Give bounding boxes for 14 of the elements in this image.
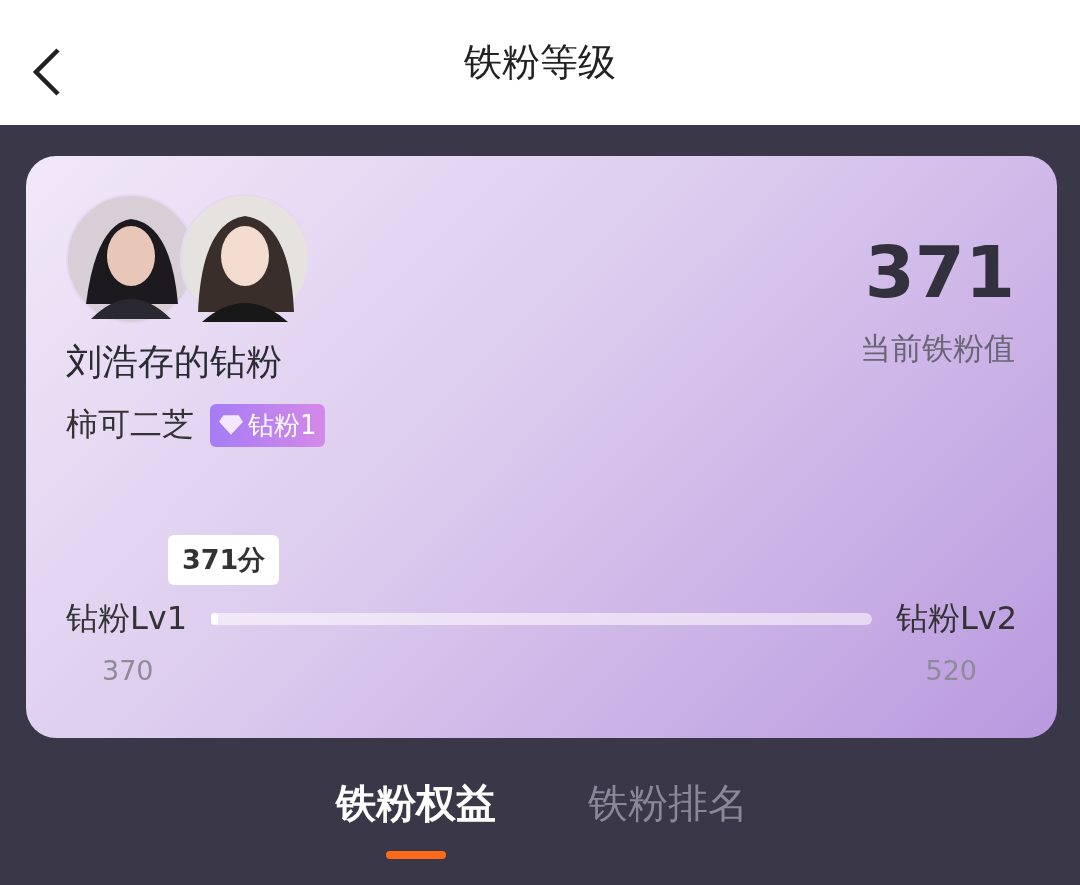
level-badge: 钻粉1	[210, 403, 325, 447]
diamond-icon	[218, 414, 244, 436]
end-level: 钻粉Lv2	[895, 598, 1017, 639]
tab[interactable]: 铁粉权益	[335, 776, 496, 859]
score-tooltip: 371分	[168, 535, 280, 585]
page-title: 铁粉等级	[464, 39, 616, 86]
start-value: 370	[102, 655, 154, 686]
end-value: 520	[925, 655, 977, 686]
score-value: 371	[864, 230, 1015, 314]
score-label: 当前铁粉值	[860, 329, 1015, 368]
user-name: 柿可二芝	[66, 404, 194, 445]
start-level: 钻粉Lv1	[66, 598, 188, 639]
back-icon[interactable]	[32, 47, 62, 97]
group-name: 刘浩存的钻粉	[66, 340, 283, 384]
